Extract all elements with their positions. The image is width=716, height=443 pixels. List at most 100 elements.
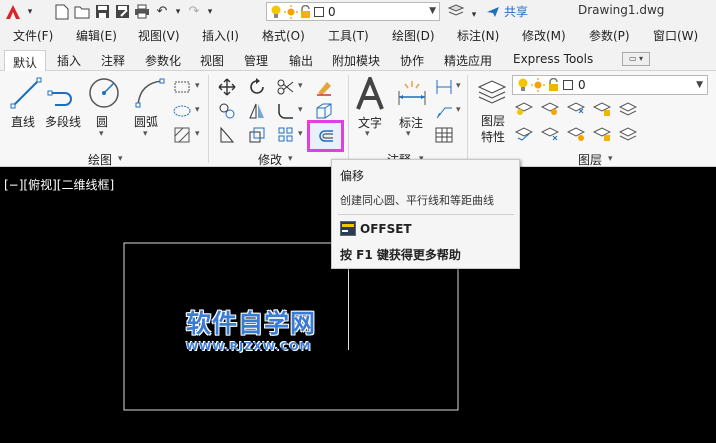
fillet-icon[interactable] <box>277 102 295 120</box>
line-button-label[interactable]: 直线 <box>11 113 35 130</box>
line-icon[interactable] <box>10 77 42 109</box>
table-icon[interactable] <box>435 126 453 144</box>
hatch-icon[interactable] <box>173 102 191 120</box>
layer-tool-icon[interactable] <box>541 124 559 142</box>
dimension-button-label[interactable]: 标注 <box>399 114 423 131</box>
layer-tool-icon[interactable] <box>541 99 559 117</box>
print-icon[interactable] <box>132 2 152 22</box>
autocad-logo-icon[interactable] <box>2 3 24 21</box>
text-button-label[interactable]: 文字 <box>358 114 382 131</box>
text-icon[interactable] <box>355 77 385 111</box>
leader-icon[interactable] <box>435 102 453 120</box>
erase-icon[interactable] <box>315 78 333 96</box>
lock-icon <box>549 78 558 91</box>
modify-panel-expand-icon[interactable]: ▾ <box>288 154 293 164</box>
layers-panel-title[interactable]: 图层 <box>578 151 602 168</box>
explode-icon[interactable] <box>315 102 333 120</box>
menu-file[interactable]: 文件(F) <box>13 27 53 44</box>
fillet-dropdown-icon[interactable]: ▾ <box>298 105 303 115</box>
rotate-icon[interactable] <box>248 78 266 96</box>
menu-tools[interactable]: 工具(T) <box>328 27 369 44</box>
menu-format[interactable]: 格式(O) <box>262 27 305 44</box>
trim-dropdown-icon[interactable]: ▾ <box>298 81 303 91</box>
array-dropdown-icon[interactable]: ▾ <box>298 129 303 139</box>
undo-icon[interactable]: ↶ <box>152 2 172 22</box>
trim-icon[interactable] <box>277 78 295 96</box>
menu-window[interactable]: 窗口(W) <box>653 27 698 44</box>
ribbon-minimize-button[interactable]: ▭ ▾ <box>622 52 650 66</box>
layer-tool-icon[interactable] <box>619 99 637 117</box>
layer-tool-icon[interactable] <box>567 124 585 142</box>
layer-tool-icon[interactable] <box>593 99 611 117</box>
save-icon[interactable] <box>92 2 112 22</box>
polyline-button-label[interactable]: 多段线 <box>45 113 81 130</box>
redo-icon[interactable]: ↷ <box>184 2 204 22</box>
layer-tool-icon[interactable] <box>619 124 637 142</box>
menu-modify[interactable]: 修改(M) <box>522 27 566 44</box>
arc-icon[interactable] <box>134 77 166 109</box>
text-dropdown-icon[interactable]: ▾ <box>365 129 370 139</box>
tab-default[interactable]: 默认 <box>4 50 47 72</box>
circle-button-label[interactable]: 圆 <box>96 113 108 130</box>
tab-insert[interactable]: 插入 <box>57 49 81 71</box>
leader-dropdown-icon[interactable]: ▾ <box>456 105 461 115</box>
menu-draw[interactable]: 绘图(D) <box>392 27 435 44</box>
layer-properties-label[interactable]: 图层 特性 <box>481 113 505 145</box>
gradient-icon[interactable] <box>173 126 191 144</box>
menu-edit[interactable]: 编辑(E) <box>76 27 117 44</box>
arc-button-label[interactable]: 圆弧 <box>134 113 158 130</box>
polyline-icon[interactable] <box>47 81 79 107</box>
draw-panel-title[interactable]: 绘图 <box>88 151 112 168</box>
share-button[interactable]: 共享 <box>486 2 528 21</box>
rectangle-dropdown-icon[interactable]: ▾ <box>195 81 200 91</box>
tab-parametric[interactable]: 参数化 <box>145 49 181 71</box>
save-as-icon[interactable] <box>112 2 132 22</box>
new-file-icon[interactable] <box>52 2 72 22</box>
circle-icon[interactable] <box>88 77 120 109</box>
tab-output[interactable]: 输出 <box>289 49 313 71</box>
open-file-icon[interactable] <box>72 2 92 22</box>
array-icon[interactable] <box>277 126 295 144</box>
layer-tool-icon[interactable] <box>593 124 611 142</box>
tab-manage[interactable]: 管理 <box>244 49 268 71</box>
offset-button[interactable] <box>307 120 344 152</box>
circle-dropdown-icon[interactable]: ▾ <box>99 129 104 139</box>
modify-panel-title[interactable]: 修改 <box>258 151 282 168</box>
mirror-icon[interactable] <box>248 102 266 120</box>
layer-settings-icon[interactable] <box>446 1 466 21</box>
ellipse-dropdown-icon[interactable]: ▾ <box>195 105 200 115</box>
tab-featured-apps[interactable]: 精选应用 <box>444 49 492 71</box>
tab-view[interactable]: 视图 <box>200 49 224 71</box>
tab-collaborate[interactable]: 协作 <box>400 49 424 71</box>
rectangle-icon[interactable] <box>173 78 191 96</box>
dimension-dropdown-icon[interactable]: ▾ <box>406 129 411 139</box>
tab-annotate[interactable]: 注释 <box>101 49 125 71</box>
layer-quick-combo[interactable]: 0 ▼ <box>266 2 440 21</box>
tab-addins[interactable]: 附加模块 <box>332 49 380 71</box>
menu-insert[interactable]: 插入(I) <box>202 27 239 44</box>
customize-dropdown-icon[interactable]: ▾ <box>468 5 480 25</box>
copy-icon[interactable] <box>218 102 236 120</box>
menu-parametric[interactable]: 参数(P) <box>589 27 630 44</box>
linear-dim-icon[interactable] <box>435 78 453 96</box>
move-icon[interactable] <box>218 78 236 96</box>
layer-properties-icon[interactable] <box>477 77 507 107</box>
arc-dropdown-icon[interactable]: ▾ <box>143 129 148 139</box>
menu-view[interactable]: 视图(V) <box>138 27 180 44</box>
layer-tool-icon[interactable] <box>515 124 533 142</box>
tab-express-tools[interactable]: Express Tools <box>513 49 593 71</box>
menu-dimension[interactable]: 标注(N) <box>457 27 499 44</box>
undo-dropdown-icon[interactable]: ▾ <box>172 2 184 22</box>
layer-combo[interactable]: 0 ▼ <box>512 75 708 95</box>
stretch-icon[interactable] <box>218 126 236 144</box>
draw-panel-expand-icon[interactable]: ▾ <box>118 154 123 164</box>
app-menu-dropdown-icon[interactable]: ▾ <box>24 2 36 22</box>
layer-tool-icon[interactable] <box>515 99 533 117</box>
hatch-dropdown-icon[interactable]: ▾ <box>195 129 200 139</box>
dimension-icon[interactable] <box>396 79 428 109</box>
linear-dim-dropdown-icon[interactable]: ▾ <box>456 81 461 91</box>
redo-dropdown-icon[interactable]: ▾ <box>204 2 216 22</box>
layer-tool-icon[interactable] <box>567 99 585 117</box>
layers-panel-expand-icon[interactable]: ▾ <box>608 154 613 164</box>
scale-icon[interactable] <box>248 126 266 144</box>
